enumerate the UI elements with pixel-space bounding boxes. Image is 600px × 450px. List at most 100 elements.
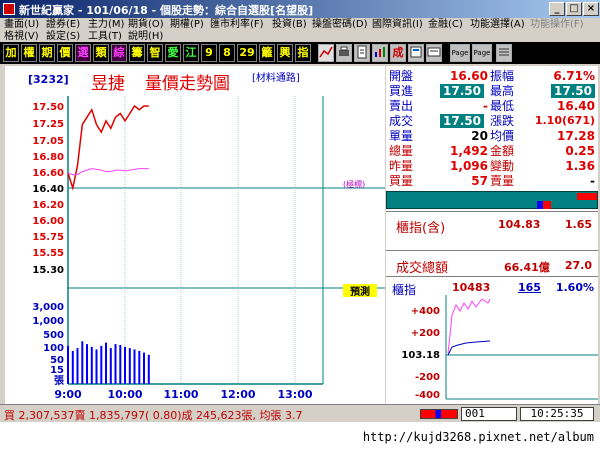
quote-row: 買量 57 賣量 - bbox=[386, 174, 598, 188]
quote-label: 賣量 bbox=[490, 174, 515, 188]
index-change: 1.65 bbox=[564, 218, 592, 231]
limit-down-label: (極標) bbox=[343, 179, 365, 189]
quote-row: 開盤 16.60 振幅 6.71% bbox=[386, 69, 598, 83]
page-icon[interactable] bbox=[408, 44, 424, 62]
toolbar-btn-index[interactable]: 指 bbox=[295, 44, 311, 62]
quote-value: 17.50 bbox=[551, 84, 595, 98]
stock-code: [3232] bbox=[28, 73, 69, 86]
quote-value: 1.10(671) bbox=[534, 114, 595, 127]
mini-pct: 1.60% bbox=[555, 281, 594, 294]
news-icon[interactable] bbox=[426, 44, 442, 62]
mini-change: 165 bbox=[518, 281, 541, 294]
tick-icon[interactable]: 成 bbox=[390, 44, 406, 62]
quote-value: - bbox=[483, 99, 488, 113]
mini-index-line bbox=[447, 298, 491, 354]
volume-bar bbox=[67, 345, 69, 384]
clock: 10:25:35 bbox=[520, 407, 594, 421]
turnover-change: 27.0 bbox=[564, 259, 592, 272]
graph-icon[interactable] bbox=[318, 44, 334, 62]
toolbar-btn-love[interactable]: 愛 bbox=[165, 44, 181, 62]
toolbar-btn-fence[interactable]: 籬 bbox=[259, 44, 275, 62]
volume-bar bbox=[105, 342, 107, 384]
index-value: 104.83 bbox=[498, 218, 541, 231]
toolbar-btn-composite[interactable]: 綜 bbox=[111, 44, 127, 62]
quote-label: 變動 bbox=[490, 159, 515, 173]
close-button[interactable]: × bbox=[583, 2, 599, 16]
quote-row: 昨量 1,096 變動 1.36 bbox=[386, 159, 598, 173]
quote-value: - bbox=[590, 174, 595, 188]
quote-value: 20 bbox=[471, 129, 488, 143]
price-axis-ticks: 17.50 17.25 17.05 16.80 16.60 16.40 16.2… bbox=[32, 102, 64, 276]
toolbar-btn-29[interactable]: 29 bbox=[237, 44, 257, 62]
quote-label: 買量 bbox=[389, 174, 414, 188]
print-icon[interactable] bbox=[336, 44, 352, 62]
toolbar-btn-8[interactable]: 8 bbox=[219, 44, 235, 62]
price-tick: 16.00 bbox=[32, 216, 64, 227]
quote-value: 17.28 bbox=[557, 129, 595, 143]
mini-tick: -200 bbox=[415, 372, 440, 383]
price-tick: 15.55 bbox=[32, 248, 64, 259]
quote-row: 總量 1,492 金額 0.25 bbox=[386, 144, 598, 158]
stock-category: [材料通路] bbox=[252, 71, 300, 84]
volume-bar bbox=[128, 348, 131, 384]
price-tick: 17.50 bbox=[32, 102, 64, 113]
chart-pane: [3232] 昱捷 量價走勢圖 [材料通路] 17.50 17.25 17.05… bbox=[5, 66, 385, 404]
toolbar-btn-weighted[interactable]: 加 bbox=[3, 44, 19, 62]
toolbar-btn-rights[interactable]: 權 bbox=[21, 44, 37, 62]
list-icon[interactable] bbox=[496, 44, 512, 62]
quote-label: 振幅 bbox=[490, 69, 515, 83]
toolbar-btn-rise[interactable]: 興 bbox=[277, 44, 293, 62]
toolbar-btn-9[interactable]: 9 bbox=[201, 44, 217, 62]
chart-icon[interactable] bbox=[372, 44, 388, 62]
page-up-icon[interactable]: Page bbox=[450, 44, 470, 62]
quote-label: 均價 bbox=[490, 129, 515, 143]
mini-chart-svg: +400 +200 103.18 -200 -400 bbox=[401, 295, 598, 401]
maximize-button[interactable]: □ bbox=[566, 2, 582, 16]
quote-value: 16.60 bbox=[450, 69, 488, 83]
quote-value: 6.71% bbox=[553, 69, 595, 83]
volume-bar bbox=[95, 349, 98, 384]
quote-value: 1,492 bbox=[450, 144, 488, 158]
bid-ask-strip bbox=[386, 191, 598, 209]
mini-index-chart: 櫃指 10483 165 1.60% +400 +200 103.18 -200… bbox=[386, 276, 598, 404]
quote-label: 買進 bbox=[389, 84, 414, 98]
minimize-button[interactable]: _ bbox=[549, 2, 565, 16]
forecast-tag: 預測 bbox=[350, 285, 370, 298]
volume-bar bbox=[90, 346, 93, 384]
volume-bar bbox=[86, 344, 88, 384]
volume-tick: 15 bbox=[50, 365, 64, 376]
toolbar-btn-smart[interactable]: 智 bbox=[147, 44, 163, 62]
ask-bar-top bbox=[577, 193, 597, 200]
toolbar-btn-futures[interactable]: 期 bbox=[39, 44, 55, 62]
mini-tick: +400 bbox=[411, 306, 440, 317]
toolbar-btn-river[interactable]: 江 bbox=[183, 44, 199, 62]
toolbar-btn-select[interactable]: 選 bbox=[75, 44, 91, 62]
time-tick: 13:00 bbox=[277, 388, 312, 401]
watermark-url: http://kujd3268.pixnet.net/album bbox=[362, 430, 594, 444]
note-icon[interactable] bbox=[354, 44, 370, 62]
volume-tick: 張 bbox=[54, 375, 65, 387]
price-tick: 16.20 bbox=[32, 200, 64, 211]
index-label: 櫃指(含) bbox=[396, 221, 446, 236]
volume-bar bbox=[100, 345, 103, 384]
note-icon-svg bbox=[357, 45, 367, 59]
print-icon-svg bbox=[339, 46, 349, 56]
page-down-icon[interactable]: Page bbox=[472, 44, 492, 62]
quote-label: 開盤 bbox=[389, 69, 414, 83]
quote-row: 賣出 - 最低 16.40 bbox=[386, 99, 598, 113]
volume-tick: 500 bbox=[43, 330, 64, 341]
toolbar-btn-category[interactable]: 類 bbox=[93, 44, 109, 62]
toolbar-btn-price[interactable]: 價 bbox=[57, 44, 73, 62]
stock-code-input[interactable]: 001 bbox=[461, 407, 517, 421]
volume-tick: 3,000 bbox=[32, 302, 64, 313]
mini-tick: 103.18 bbox=[401, 350, 440, 361]
app-icon[interactable] bbox=[3, 3, 15, 15]
price-tick: 15.75 bbox=[32, 232, 64, 243]
volume-bar bbox=[147, 354, 150, 384]
quote-value: 16.40 bbox=[557, 99, 595, 113]
quote-value-wrap: 17.50 bbox=[440, 114, 484, 128]
mini-avg-line bbox=[447, 340, 491, 356]
time-tick: 9:00 bbox=[54, 388, 82, 401]
toolbar-btn-chips[interactable]: 籌 bbox=[129, 44, 145, 62]
mini-value: 10483 bbox=[452, 281, 491, 294]
